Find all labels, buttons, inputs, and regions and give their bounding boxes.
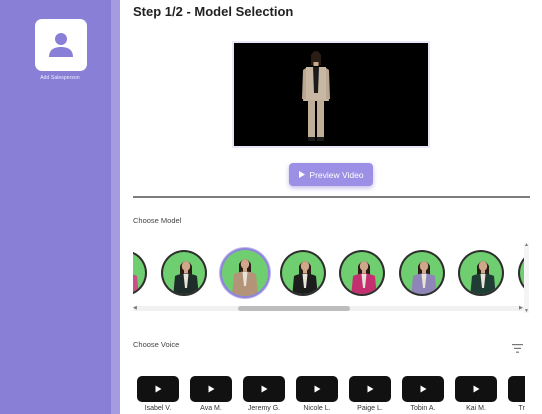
play-voice-button[interactable]	[455, 376, 497, 402]
voice-name-label: Tristan	[518, 405, 525, 412]
play-icon	[314, 385, 321, 393]
preview-video-label: Preview Video	[309, 169, 364, 180]
scroll-left-arrow-icon[interactable]: ◀	[133, 306, 137, 311]
play-voice-button[interactable]	[508, 376, 525, 402]
voice-name-label: Jeremy G.	[247, 405, 281, 412]
voice-item: Tobin A.	[402, 376, 444, 412]
model-avatar[interactable]	[398, 250, 445, 296]
play-icon	[473, 385, 480, 393]
voice-item: Isabel V.	[137, 376, 179, 412]
person-icon	[49, 33, 73, 57]
scroll-down-arrow-icon[interactable]: ▼	[524, 308, 529, 314]
play-voice-button[interactable]	[243, 376, 285, 402]
vertical-scrollbar[interactable]	[524, 243, 529, 313]
section-divider	[133, 196, 530, 198]
play-icon	[261, 385, 268, 393]
voice-name-label: Nicole L.	[303, 405, 331, 412]
play-voice-button[interactable]	[296, 376, 338, 402]
model-avatar[interactable]	[339, 250, 385, 296]
add-salesperson-label: Add Salesperson	[40, 75, 80, 81]
play-voice-button[interactable]	[190, 376, 232, 402]
scroll-right-arrow-icon[interactable]: ▶	[519, 306, 523, 311]
add-salesperson-button[interactable]	[35, 19, 87, 71]
video-preview[interactable]	[234, 43, 428, 146]
scroll-up-arrow-icon[interactable]: ▲	[524, 242, 529, 248]
model-avatar[interactable]	[133, 250, 147, 296]
play-icon	[367, 385, 374, 393]
voice-item: Nicole L.	[296, 376, 338, 412]
page-title: Step 1/2 - Model Selection	[133, 4, 294, 19]
voice-item: Ava M.	[190, 376, 232, 412]
sidebar: Add Salesperson	[0, 0, 111, 414]
voice-item: Jeremy G.	[243, 376, 285, 412]
model-avatar[interactable]	[458, 250, 504, 296]
play-icon	[208, 385, 215, 393]
model-avatar[interactable]	[220, 248, 270, 298]
voice-list[interactable]: Isabel V. Ava M. Jeremy G. Nicole L. Paige L…	[133, 372, 525, 414]
model-carousel[interactable]: ◀ ▶	[133, 243, 525, 315]
play-voice-button[interactable]	[349, 376, 391, 402]
voice-item: Kai M.	[455, 376, 497, 412]
voice-name-label: Ava M.	[200, 405, 222, 412]
voice-name-label: Tobin A.	[410, 405, 436, 412]
voice-name-label: Paige L.	[357, 405, 383, 412]
preview-video-button[interactable]: Preview Video	[289, 163, 373, 186]
horizontal-scrollbar-thumb[interactable]	[238, 306, 350, 311]
sidebar-edge	[111, 0, 120, 414]
play-voice-button[interactable]	[137, 376, 179, 402]
model-avatar[interactable]	[160, 250, 207, 296]
voice-item: Tristan	[508, 376, 525, 412]
play-icon	[420, 385, 427, 393]
model-figure-image	[302, 51, 330, 141]
voice-name-label: Kai M.	[466, 405, 486, 412]
voice-item: Paige L.	[349, 376, 391, 412]
voice-name-label: Isabel V.	[144, 405, 172, 412]
play-icon	[155, 385, 162, 393]
choose-model-label: Choose Model	[133, 216, 182, 225]
play-icon	[298, 170, 306, 180]
choose-voice-label: Choose Voice	[133, 340, 180, 349]
model-avatar[interactable]	[279, 250, 326, 296]
main-panel: Step 1/2 - Model Selection Preview Video…	[120, 0, 542, 414]
filter-icon[interactable]	[512, 340, 523, 358]
play-voice-button[interactable]	[402, 376, 444, 402]
